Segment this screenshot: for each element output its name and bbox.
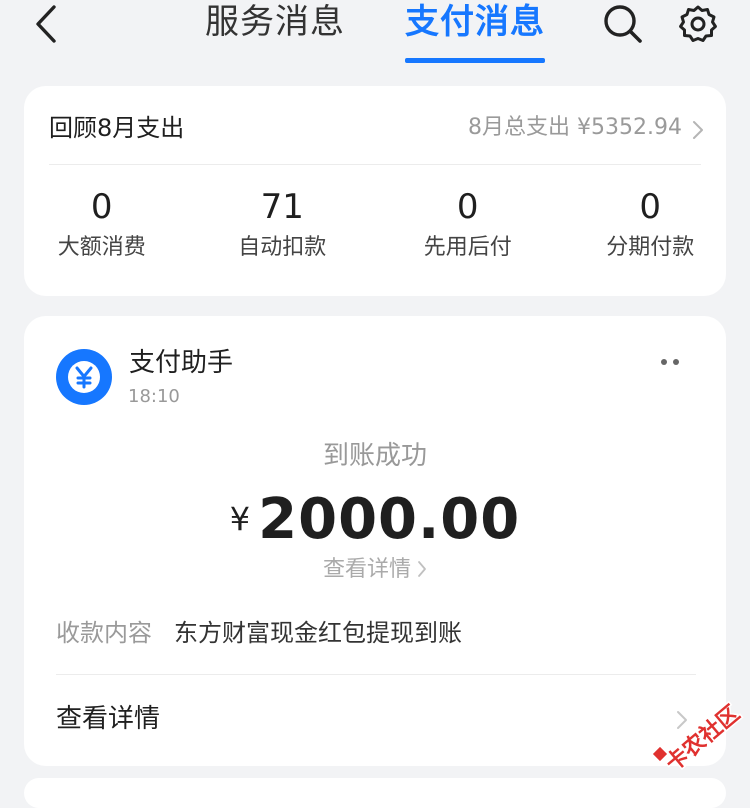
yen-icon [68,361,100,393]
monthly-review-title: 回顾8月支出 [49,114,185,142]
payment-message-card: 支付助手 18:10 到账成功 ¥2000.00 查看详情 收款内容 东方财富现金… [24,316,726,766]
divider [56,674,696,675]
stat-label: 先用后付 [423,235,512,260]
sender-name: 支付助手 [129,348,234,378]
view-details-label: 查看详情 [56,704,161,734]
transaction-status: 到账成功 [322,441,427,471]
payment-assistant-avatar [56,349,112,405]
chevron-right-icon [677,711,687,729]
stat-auto-debit[interactable]: 71 自动扣款 [195,186,371,276]
payment-content-row: 收款内容 东方财富现金红包提现到账 [56,616,462,650]
monthly-review-header[interactable]: 回顾8月支出 8月总支出 ¥5352.94 [24,86,726,164]
stat-value: 0 [456,187,479,227]
gear-icon [679,5,717,42]
stat-buy-now-pay-later[interactable]: 0 先用后付 [380,186,556,276]
view-details-link-label: 查看详情 [322,557,411,582]
payment-content-label: 收款内容 [56,619,152,647]
stat-label: 分期付款 [606,235,695,260]
chevron-right-icon [693,121,703,139]
monthly-spending-card: 回顾8月支出 8月总支出 ¥5352.94 0 大额消费 71 自动扣款 0 先… [24,86,726,296]
stat-value: 0 [639,187,662,227]
next-message-card [24,778,726,808]
back-button[interactable] [26,2,66,46]
stat-label: 大额消费 [57,235,146,260]
chevron-right-icon [418,561,426,577]
settings-button[interactable] [676,2,720,46]
spending-stats: 0 大额消费 71 自动扣款 0 先用后付 0 分期付款 [24,186,726,276]
currency-symbol: ¥ [229,500,251,538]
search-button[interactable] [601,2,645,46]
monthly-total-spending: 8月总支出 ¥5352.94 [468,115,682,140]
more-dots-icon [661,359,679,365]
stat-large-purchases[interactable]: 0 大额消费 [14,186,190,276]
stat-value: 71 [260,187,304,227]
transaction-amount: ¥2000.00 [24,484,726,556]
tab-payment-messages[interactable]: 支付消息 [405,0,545,66]
message-timestamp: 18:10 [128,386,180,407]
payment-content-value: 东方财富现金红包提现到账 [174,619,462,647]
chevron-left-icon [36,5,56,43]
view-details-link[interactable]: 查看详情 [24,554,726,586]
stat-installments[interactable]: 0 分期付款 [563,186,739,276]
tab-service-messages[interactable]: 服务消息 [205,0,345,66]
amount-value: 2000.00 [258,487,521,552]
search-icon [604,5,642,43]
top-nav-bar: 服务消息 支付消息 [0,0,750,70]
view-details-row[interactable]: 查看详情 [24,676,726,762]
stat-value: 0 [90,187,113,227]
active-tab-indicator [405,58,545,63]
divider [49,164,701,165]
stat-label: 自动扣款 [238,235,327,260]
more-options-button[interactable] [652,350,688,374]
